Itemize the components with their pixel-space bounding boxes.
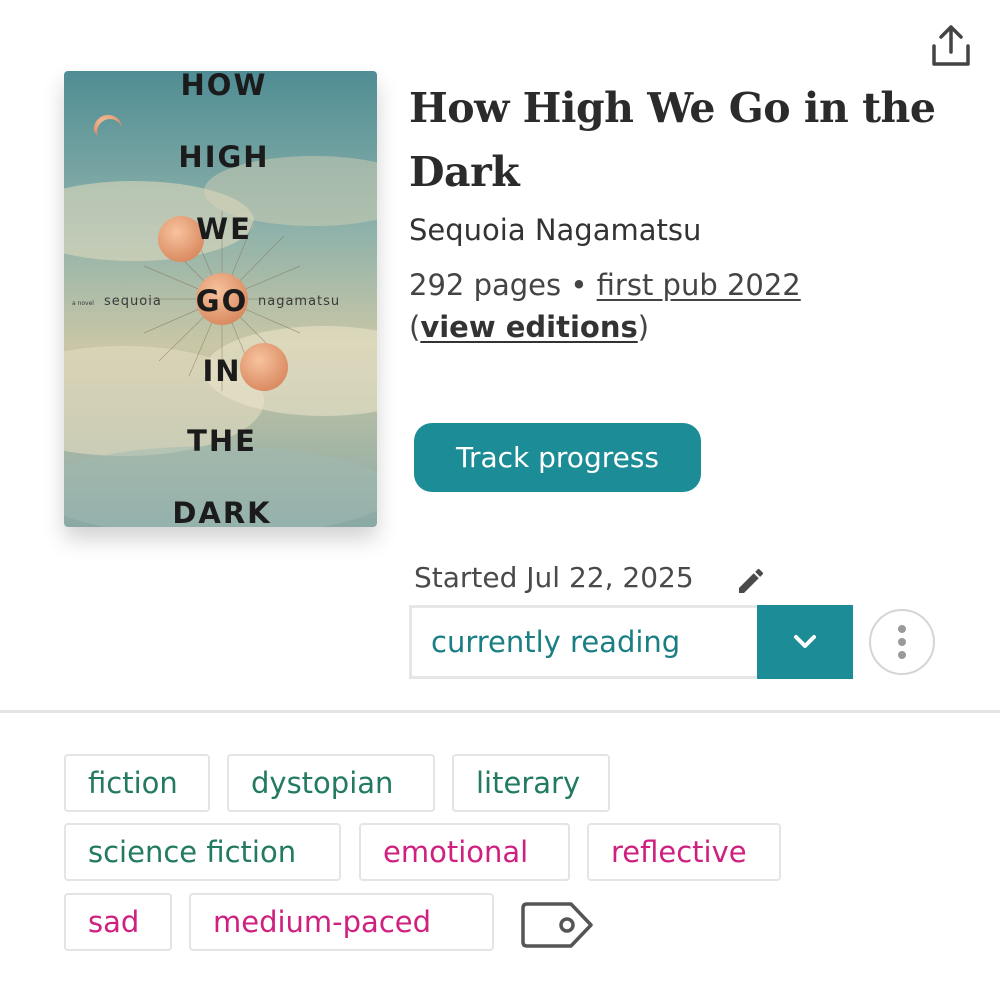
add-tag-button[interactable]	[519, 900, 597, 950]
reading-status-dropdown-button[interactable]	[757, 605, 853, 679]
book-meta: 292 pages • first pub 2022 (view edition…	[409, 264, 929, 348]
cover-title-word: HOW	[181, 71, 268, 102]
tag-chip[interactable]: fiction	[64, 754, 210, 812]
share-icon	[932, 25, 970, 66]
paren-close: )	[637, 310, 650, 344]
tag-label: medium-paced	[213, 905, 432, 939]
cover-title-word: WE	[196, 212, 252, 246]
vertical-dots-icon	[898, 625, 906, 659]
book-cover[interactable]: HOW HIGH WE GO IN THE DARK a novel sequo…	[64, 71, 377, 527]
cover-author-first: sequoia	[104, 294, 162, 309]
page-count: 292 pages	[409, 268, 562, 302]
pencil-icon	[739, 568, 764, 593]
cover-author-last: nagamatsu	[258, 294, 340, 309]
tag-label: dystopian	[251, 766, 394, 800]
cover-title-word: DARK	[172, 496, 271, 527]
section-divider	[0, 710, 1000, 713]
tag-chip[interactable]: reflective	[587, 823, 781, 881]
tag-label: science fiction	[88, 835, 297, 869]
cover-title-word: HIGH	[178, 140, 269, 174]
tag-label: reflective	[611, 835, 747, 869]
track-progress-button[interactable]: Track progress	[414, 423, 701, 492]
view-editions-link[interactable]: view editions	[420, 310, 637, 344]
reading-status-select[interactable]: currently reading	[409, 605, 853, 679]
tag-label: sad	[88, 905, 140, 939]
tag-label: fiction	[88, 766, 178, 800]
reading-status-value[interactable]: currently reading	[409, 605, 757, 679]
cover-title-word: GO	[196, 284, 248, 318]
share-button[interactable]	[928, 24, 974, 68]
tag-icon	[521, 902, 593, 948]
tag-chip[interactable]: sad	[64, 893, 172, 951]
book-author-name[interactable]: Sequoia Nagamatsu	[409, 213, 701, 247]
edit-started-button[interactable]	[735, 565, 767, 597]
tag-chip[interactable]: emotional	[359, 823, 570, 881]
tag-label: emotional	[383, 835, 529, 869]
first-pub-link[interactable]: first pub 2022	[597, 268, 801, 302]
tag-chip[interactable]: science fiction	[64, 823, 341, 881]
more-options-button[interactable]	[869, 609, 935, 675]
tag-chip[interactable]: dystopian	[227, 754, 435, 812]
book-author[interactable]: Sequoia Nagamatsu	[409, 210, 701, 250]
meta-separator: •	[570, 268, 588, 302]
started-date: Started Jul 22, 2025	[414, 561, 694, 594]
tag-chip[interactable]: medium-paced	[189, 893, 494, 951]
paren-open: (	[409, 310, 421, 344]
tag-chip[interactable]: literary	[452, 754, 610, 812]
cover-small-label: a novel	[72, 300, 94, 307]
book-cover-art: HOW HIGH WE GO IN THE DARK a novel sequo…	[64, 71, 377, 527]
tag-label: literary	[476, 766, 581, 800]
chevron-down-icon	[794, 635, 816, 648]
cover-title-word: IN	[202, 354, 241, 388]
book-title: How High We Go in the Dark	[409, 84, 936, 196]
cover-title-word: THE	[187, 424, 257, 458]
